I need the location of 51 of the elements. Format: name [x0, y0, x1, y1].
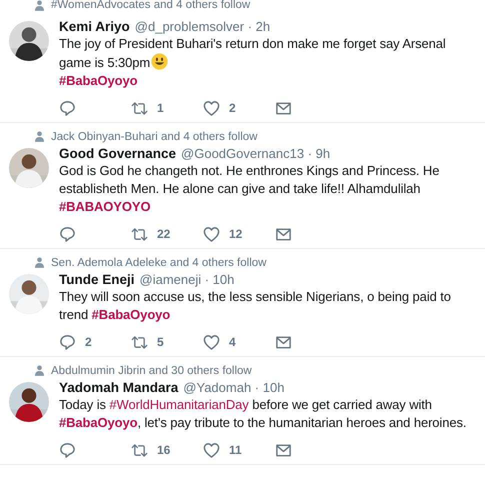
retweet-count: 16 [157, 443, 170, 457]
like-count: 11 [229, 443, 242, 457]
retweet-icon[interactable] [131, 334, 148, 350]
envelope-icon[interactable] [275, 100, 292, 116]
person-icon [35, 131, 44, 142]
reply-icon[interactable] [59, 100, 76, 116]
tweet-text: God is God he changeth not. He enthrones Kings and Princess. He establisheth Men. He alone can give and take life!! Alhamdulilah #BABAOYOYO [59, 162, 440, 216]
person-icon [35, 0, 44, 11]
hashtag-link[interactable]: #WorldHumanitarianDay [109, 397, 249, 412]
like-count: 12 [229, 227, 242, 241]
user-handle: @d_problemsolver · 2h [134, 19, 270, 34]
like-count: 4 [229, 335, 236, 349]
hashtag-link[interactable]: #BabaOyoyo [59, 73, 138, 88]
follow-context: Sen. Ademola Adeleke and 4 others follow [51, 256, 266, 268]
smiley-icon [151, 53, 168, 70]
tweet-text: Today is #WorldHumanitarianDay before we get carried away with #BabaOyoyo, let's pay tribute to the humanitarian heroes and heroines. [59, 396, 468, 432]
hashtag-link[interactable]: #BABAOYOYO [59, 199, 150, 214]
hashtag-link[interactable]: #BabaOyoyo [59, 415, 138, 430]
retweet-icon[interactable] [131, 100, 148, 116]
retweet-icon[interactable] [131, 226, 148, 242]
heart-icon[interactable] [203, 100, 220, 116]
person-icon [35, 365, 44, 376]
heart-icon[interactable] [203, 442, 220, 458]
envelope-icon[interactable] [275, 442, 292, 458]
reply-icon[interactable] [59, 334, 76, 350]
follow-context: #WomenAdvocates and 4 others follow [51, 0, 250, 11]
heart-icon[interactable] [203, 334, 220, 350]
user-handle: @Yadomah · 10h [183, 380, 284, 395]
envelope-icon[interactable] [275, 226, 292, 242]
user-name[interactable]: Good Governance [59, 146, 176, 161]
reply-icon[interactable] [59, 226, 76, 242]
user-name[interactable]: Yadomah Mandara [59, 380, 178, 395]
hashtag-link[interactable]: #BabaOyoyo [92, 307, 170, 322]
envelope-icon[interactable] [275, 334, 292, 350]
tweet-text: The joy of President Buhari's return don make me forget say Arsenal game is 5:30pm #BabaOyoyo [59, 35, 447, 90]
follow-context: Jack Obinyan-Buhari and 4 others follow [51, 130, 258, 142]
follow-context: Abdulmumin Jibrin and 30 others follow [51, 364, 252, 376]
user-name[interactable]: Tunde Eneji [59, 272, 135, 287]
retweet-count: 1 [157, 101, 164, 115]
user-name[interactable]: Kemi Ariyo [59, 19, 130, 34]
person-icon [35, 257, 44, 268]
user-handle: @GoodGovernanc13 · 9h [181, 146, 330, 161]
retweet-count: 22 [157, 227, 170, 241]
reply-count: 2 [85, 335, 92, 349]
heart-icon[interactable] [203, 226, 220, 242]
user-handle: @iameneji · 10h [140, 272, 234, 287]
tweet-text: They will soon accuse us, the less sensible Nigerians, o being paid to trend #BabaOyoyo [59, 288, 452, 324]
reply-icon[interactable] [59, 442, 76, 458]
retweet-icon[interactable] [131, 442, 148, 458]
like-count: 2 [229, 101, 236, 115]
retweet-count: 5 [157, 335, 164, 349]
